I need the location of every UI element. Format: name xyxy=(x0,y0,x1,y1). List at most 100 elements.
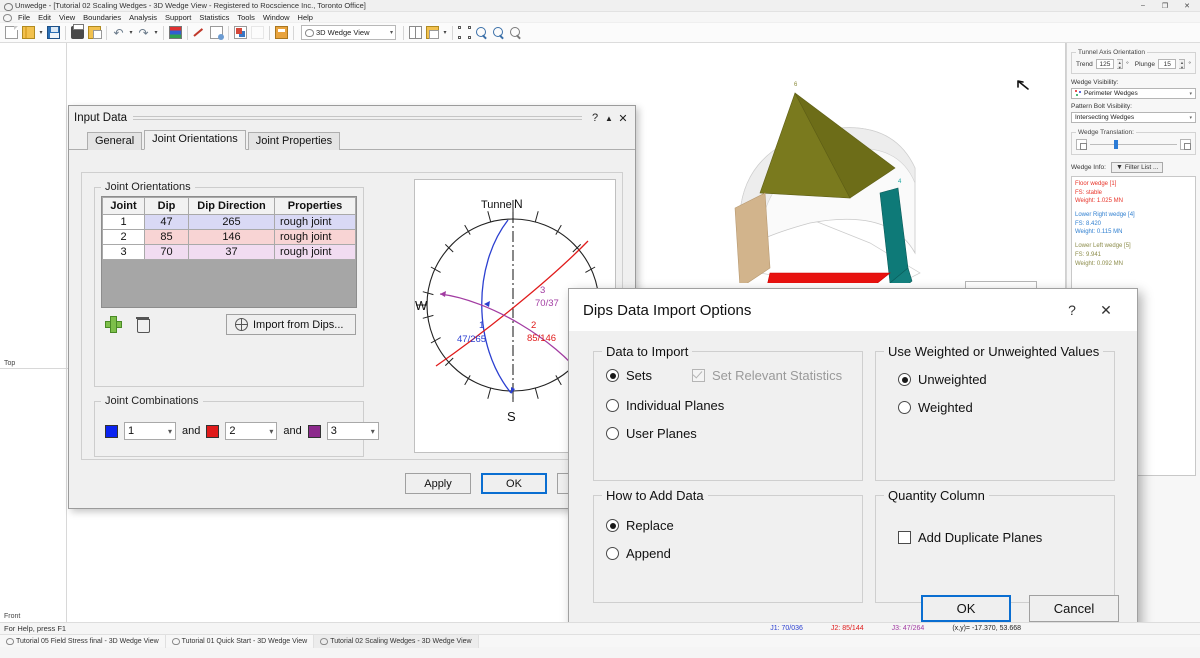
translation-decrease-button[interactable] xyxy=(1076,139,1087,150)
wedge-info-entry[interactable]: Lower Left wedge [5] FS: 9.941 Weight: 0… xyxy=(1075,242,1192,268)
menu-support[interactable]: Support xyxy=(161,13,195,22)
radio-user-planes[interactable]: User Planes xyxy=(606,426,862,441)
print-button[interactable] xyxy=(69,24,86,41)
restore-button[interactable]: ❐ xyxy=(1154,0,1176,12)
print-preview-button[interactable] xyxy=(86,24,103,41)
save-file-button[interactable] xyxy=(45,24,62,41)
cell-dip[interactable]: 85 xyxy=(145,230,189,245)
wedge-info-entry[interactable]: Lower Right wedge [4] FS: 8.420 Weight: … xyxy=(1075,211,1192,237)
zoom-out-button[interactable] xyxy=(490,24,507,41)
tunnel-axis-row: Trend 125 ▲▼ ° Plunge 15 ▲▼ ° xyxy=(1076,59,1191,69)
wedge-visibility-combo[interactable]: Perimeter Wedges ▾ xyxy=(1071,88,1196,99)
menu-analysis[interactable]: Analysis xyxy=(125,13,161,22)
menu-file[interactable]: File xyxy=(14,13,34,22)
new-file-button[interactable] xyxy=(3,24,20,41)
cell-properties[interactable]: rough joint xyxy=(275,215,356,230)
cell-dip[interactable]: 70 xyxy=(145,245,189,260)
zoom-all-button[interactable] xyxy=(507,24,524,41)
view-selector-combo[interactable]: 3D Wedge View ▾ xyxy=(301,25,396,40)
cell-joint[interactable]: 3 xyxy=(103,245,145,260)
trend-input[interactable]: 125 xyxy=(1096,59,1114,69)
cell-dip-direction[interactable]: 265 xyxy=(189,215,275,230)
cell-properties[interactable]: rough joint xyxy=(275,245,356,260)
menu-view[interactable]: View xyxy=(55,13,79,22)
joint-orientations-table-wrap[interactable]: Joint Dip Dip Direction Properties 1 47 … xyxy=(101,196,357,308)
joint-orientations-table[interactable]: Joint Dip Dip Direction Properties 1 47 … xyxy=(102,197,356,260)
dips-import-dialog[interactable]: Dips Data Import Options ? ✕ Data to Imp… xyxy=(568,288,1138,636)
open-file-dropdown[interactable]: ▾ xyxy=(37,24,45,41)
dips-ok-button[interactable]: OK xyxy=(921,595,1011,622)
add-joint-row-button[interactable] xyxy=(105,316,120,331)
cell-joint[interactable]: 2 xyxy=(103,230,145,245)
menu-help[interactable]: Help xyxy=(294,13,317,22)
input-collapse-button[interactable]: ▲ xyxy=(602,110,616,126)
joint-combination-select-2[interactable]: 2 ▾ xyxy=(225,422,277,440)
menu-tools[interactable]: Tools xyxy=(233,13,259,22)
filter-list-button[interactable]: ▼ Filter List ... xyxy=(1111,162,1164,173)
cell-properties[interactable]: rough joint xyxy=(275,230,356,245)
ok-button[interactable]: OK xyxy=(481,473,547,494)
menu-window[interactable]: Window xyxy=(259,13,294,22)
tile-windows-dropdown[interactable]: ▾ xyxy=(441,24,449,41)
radio-unweighted[interactable]: Unweighted xyxy=(898,372,1114,387)
radio-individual-planes[interactable]: Individual Planes xyxy=(606,398,862,413)
open-file-button[interactable] xyxy=(20,24,37,41)
edit-properties-button[interactable] xyxy=(208,24,225,41)
undo-dropdown[interactable]: ▾ xyxy=(127,24,135,41)
joint-combination-select-1[interactable]: 1 ▾ xyxy=(124,422,176,440)
add-joint-button[interactable] xyxy=(191,24,208,41)
apply-button[interactable]: Apply xyxy=(405,473,471,494)
close-button[interactable]: ✕ xyxy=(1176,0,1198,12)
dips-cancel-button[interactable]: Cancel xyxy=(1029,595,1119,622)
tile-windows-button[interactable] xyxy=(424,24,441,41)
dips-close-button[interactable]: ✕ xyxy=(1089,295,1123,325)
table-row[interactable]: 3 70 37 rough joint xyxy=(103,245,356,260)
trend-stepper[interactable]: ▲▼ xyxy=(1117,59,1123,69)
joint-combination-select-3[interactable]: 3 ▾ xyxy=(327,422,379,440)
compute-button[interactable] xyxy=(167,24,184,41)
radio-replace[interactable]: Replace xyxy=(606,518,862,533)
redo-button[interactable]: ↷ xyxy=(135,24,152,41)
input-close-button[interactable]: ✕ xyxy=(616,110,630,126)
task-tutorial-02[interactable]: Tutorial 02 Scaling Wedges - 3D Wedge Vi… xyxy=(314,635,478,648)
plunge-input[interactable]: 15 xyxy=(1158,59,1176,69)
checkbox-add-duplicate-planes[interactable]: Add Duplicate Planes xyxy=(898,530,1114,545)
wedge-info-entry[interactable]: Floor wedge [1] FS: stable Weight: 1.025… xyxy=(1075,180,1192,206)
cell-dip-direction[interactable]: 37 xyxy=(189,245,275,260)
tab-joint-properties[interactable]: Joint Properties xyxy=(248,132,340,150)
import-from-dips-button[interactable]: Import from Dips... xyxy=(226,314,356,335)
cell-dip-direction[interactable]: 146 xyxy=(189,230,275,245)
undo-button[interactable]: ↶ xyxy=(110,24,127,41)
radio-append[interactable]: Append xyxy=(606,546,862,561)
minimize-button[interactable]: – xyxy=(1132,0,1154,12)
calculator-button[interactable] xyxy=(273,24,290,41)
menu-statistics[interactable]: Statistics xyxy=(195,13,233,22)
table-row[interactable]: 2 85 146 rough joint xyxy=(103,230,356,245)
plunge-stepper[interactable]: ▲▼ xyxy=(1179,59,1185,69)
input-data-window[interactable]: Input Data ? ▲ ✕ General Joint Orientati… xyxy=(68,105,636,509)
translation-increase-button[interactable] xyxy=(1180,139,1191,150)
menu-boundaries[interactable]: Boundaries xyxy=(79,13,125,22)
tab-general[interactable]: General xyxy=(87,132,142,150)
tab-joint-orientations[interactable]: Joint Orientations xyxy=(144,130,246,150)
radio-sets[interactable]: Sets xyxy=(606,368,652,383)
redo-dropdown[interactable]: ▾ xyxy=(152,24,160,41)
cell-dip[interactable]: 47 xyxy=(145,215,189,230)
split-view-button[interactable] xyxy=(407,24,424,41)
delete-joint-row-button[interactable] xyxy=(136,316,149,331)
wedge-translation-slider[interactable] xyxy=(1090,139,1177,150)
table-row[interactable]: 1 47 265 rough joint xyxy=(103,215,356,230)
task-tutorial-05[interactable]: Tutorial 05 Field Stress final - 3D Wedg… xyxy=(0,635,166,648)
task-tutorial-01[interactable]: Tutorial 01 Quick Start - 3D Wedge View xyxy=(166,635,315,648)
slider-thumb[interactable] xyxy=(1114,140,1118,149)
plunge-unit: ° xyxy=(1188,61,1191,68)
dips-help-button[interactable]: ? xyxy=(1055,295,1089,325)
zoom-in-button[interactable] xyxy=(473,24,490,41)
pattern-bolt-visibility-combo[interactable]: Intersecting Wedges ▾ xyxy=(1071,112,1196,123)
input-help-button[interactable]: ? xyxy=(588,110,602,126)
radio-weighted[interactable]: Weighted xyxy=(898,400,1114,415)
import-dips-button[interactable] xyxy=(232,24,249,41)
menu-edit[interactable]: Edit xyxy=(34,13,55,22)
cell-joint[interactable]: 1 xyxy=(103,215,145,230)
select-all-button[interactable] xyxy=(456,24,473,41)
